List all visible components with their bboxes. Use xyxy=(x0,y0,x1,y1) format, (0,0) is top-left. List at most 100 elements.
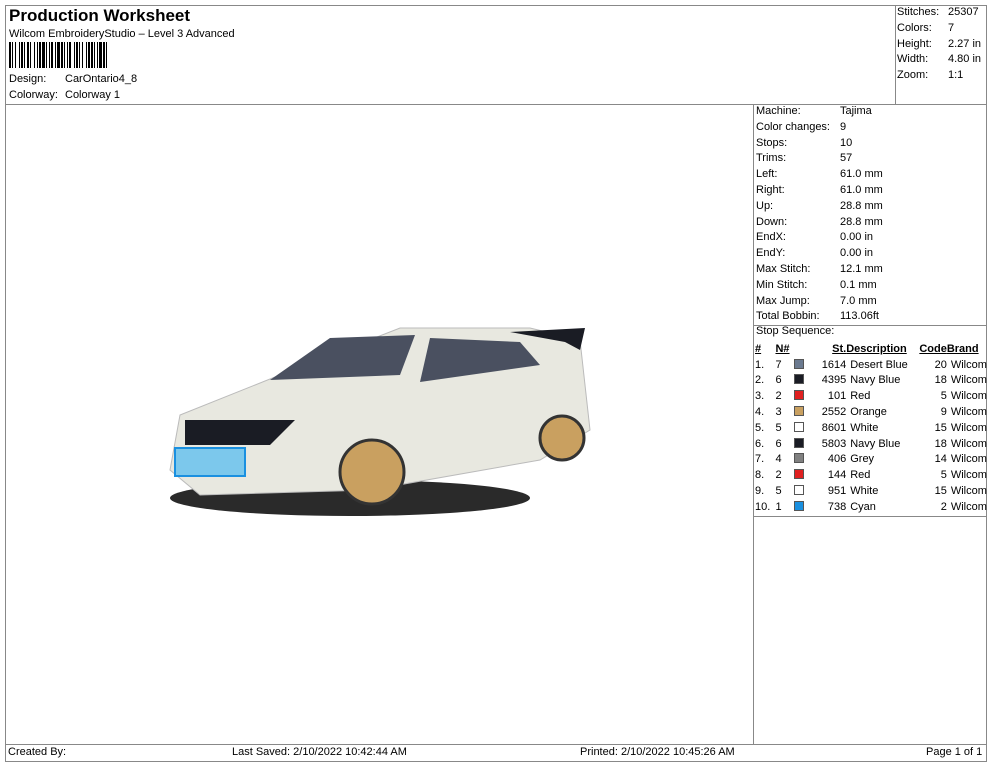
info-label: Stops: xyxy=(756,136,788,149)
info-value: 61.0 mm xyxy=(840,168,883,181)
info-label: Color changes: xyxy=(756,120,830,133)
stats-label: Zoom: xyxy=(897,69,929,82)
stats-panel: Stitches: 25307 Colors: 7 Height: 2.27 in Widt… xyxy=(897,5,987,84)
code: 2 xyxy=(940,500,947,513)
stats-row: Colors: 7 xyxy=(897,21,987,37)
stats-row: Zoom: 1:1 xyxy=(897,68,987,84)
info-row: Max Jump: 7.0 mm xyxy=(756,294,986,310)
info-row: Max Stitch: 12.1 mm xyxy=(756,262,986,278)
column-header: Description xyxy=(846,342,907,355)
info-label: Machine: xyxy=(756,105,801,117)
color-swatch xyxy=(793,485,804,496)
brand: Wilcom xyxy=(950,358,987,371)
stats-row: Height: 2.27 in xyxy=(897,37,987,53)
info-label: Max Jump: xyxy=(756,294,810,307)
last-saved: Last Saved: 2/10/2022 10:42:44 AM xyxy=(232,746,407,758)
code: 15 xyxy=(934,421,947,434)
color-swatch xyxy=(793,421,804,432)
code: 20 xyxy=(934,358,947,371)
stats-label: Stitches: xyxy=(897,6,940,18)
code: 9 xyxy=(940,406,947,419)
stitches: 8601 xyxy=(821,421,847,434)
table-row: 5. 5 8601 White 15 Wilcom xyxy=(755,420,990,436)
info-value: 12.1 mm xyxy=(840,262,883,275)
info-value: 61.0 mm xyxy=(840,183,883,196)
needle-cell: 1 xyxy=(775,499,806,515)
design-preview xyxy=(169,327,591,516)
info-value: 0.00 in xyxy=(840,231,874,244)
color-swatch xyxy=(793,390,804,401)
needle: 2 xyxy=(775,469,782,482)
info-row: Min Stitch: 0.1 mm xyxy=(756,278,986,294)
needle-cell: 2 xyxy=(775,388,806,404)
info-row: Up: 28.8 mm xyxy=(756,199,986,215)
needle-cell: 5 xyxy=(775,483,806,499)
stats-label: Height: xyxy=(897,37,932,50)
description: Grey xyxy=(850,453,875,466)
info-value: 0.1 mm xyxy=(840,278,877,291)
stop-number: 7. xyxy=(755,453,765,466)
brand: Wilcom xyxy=(950,500,987,513)
info-value: 113.06ft xyxy=(840,310,879,323)
info-value: 0.00 in xyxy=(840,247,874,260)
software-name: Wilcom EmbroideryStudio – Level 3 Advanc… xyxy=(9,28,235,40)
stop-number: 3. xyxy=(755,390,765,403)
needle: 1 xyxy=(775,500,782,513)
stop-sequence-table: # N# St. Description Code Brand 1. 7 1614 Desert… xyxy=(755,341,990,515)
info-value: 7.0 mm xyxy=(840,294,877,307)
license-plate xyxy=(174,447,246,477)
stitches: 1614 xyxy=(821,358,847,371)
stitches: 4395 xyxy=(821,374,847,387)
design-value: CarOntario4_8 xyxy=(65,73,138,85)
divider xyxy=(753,516,987,517)
column-header: Code xyxy=(919,342,947,355)
description: Red xyxy=(850,390,871,403)
stop-number: 4. xyxy=(755,406,765,419)
info-label: Down: xyxy=(756,215,788,228)
stitches: 406 xyxy=(827,453,847,466)
divider xyxy=(895,5,896,105)
needle: 7 xyxy=(775,358,782,371)
windshield xyxy=(270,335,415,380)
info-row: Color changes: 9 xyxy=(756,120,986,136)
column-header: N# xyxy=(775,342,790,355)
stitches: 144 xyxy=(827,469,847,482)
description: Cyan xyxy=(850,500,876,513)
color-swatch xyxy=(793,500,804,511)
needle: 4 xyxy=(775,453,782,466)
brand: Wilcom xyxy=(950,469,987,482)
needle: 5 xyxy=(775,421,782,434)
code: 18 xyxy=(934,374,947,387)
stop-number: 5. xyxy=(755,421,765,434)
needle: 3 xyxy=(775,406,782,419)
machine-info: Machine: Tajima Color changes: 9 Stops: 10 Tri… xyxy=(756,104,986,325)
color-swatch xyxy=(793,374,804,385)
color-swatch xyxy=(793,406,804,417)
code: 18 xyxy=(934,437,947,450)
stitches: 2552 xyxy=(821,406,847,419)
info-label: EndY: xyxy=(756,247,786,260)
info-row: Down: 28.8 mm xyxy=(756,215,986,231)
stop-number: 2. xyxy=(755,374,765,387)
design-row: Design: CarOntario4_8 xyxy=(9,73,137,85)
info-label: Right: xyxy=(756,183,785,196)
front-wheel xyxy=(338,438,406,506)
page-title: Production Worksheet xyxy=(9,6,191,25)
table-row: 1. 7 1614 Desert Blue 20 Wilcom xyxy=(755,357,990,373)
brand: Wilcom xyxy=(950,406,987,419)
info-value: 28.8 mm xyxy=(840,215,883,228)
color-swatch xyxy=(793,437,804,448)
stop-number: 1. xyxy=(755,358,765,371)
description: Navy Blue xyxy=(850,437,901,450)
info-value: 10 xyxy=(840,136,853,149)
brand: Wilcom xyxy=(950,453,987,466)
needle-cell: 7 xyxy=(775,357,806,373)
stats-label: Colors: xyxy=(897,21,932,34)
stats-value: 7 xyxy=(948,21,955,34)
stats-label: Width: xyxy=(897,53,929,66)
needle: 6 xyxy=(775,437,782,450)
description: Orange xyxy=(850,406,887,419)
code: 15 xyxy=(934,485,947,498)
info-row: Trims: 57 xyxy=(756,151,986,167)
stop-number: 10. xyxy=(755,500,771,513)
